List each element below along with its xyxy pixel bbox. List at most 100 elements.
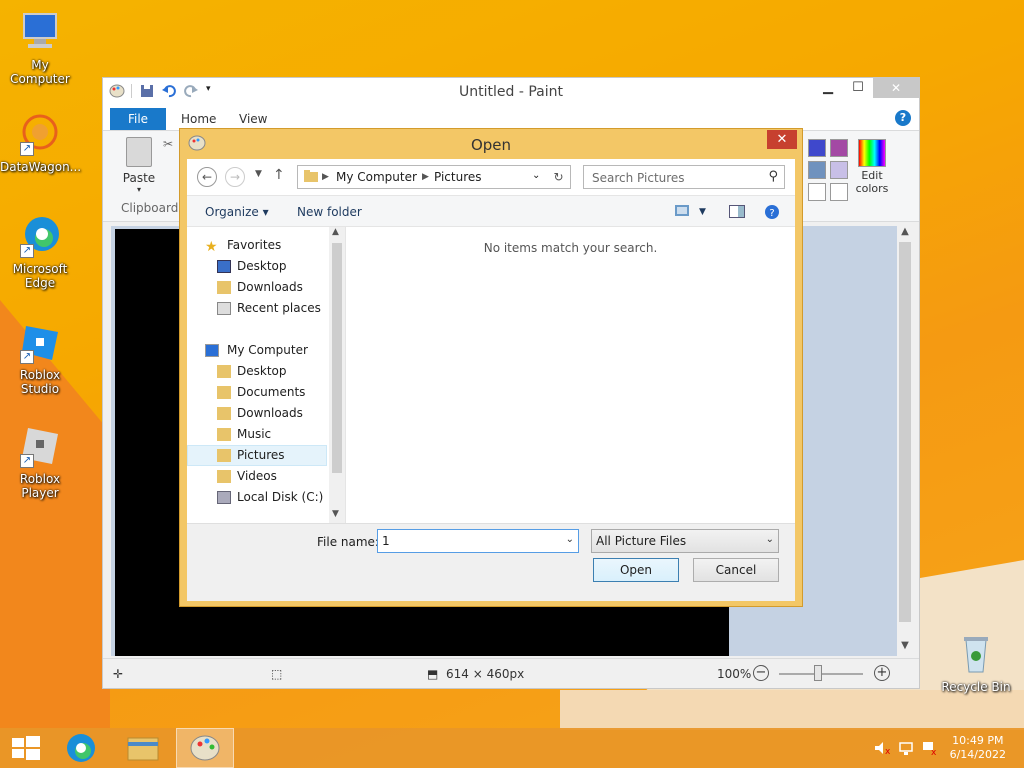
tab-view[interactable]: View bbox=[239, 112, 267, 126]
color-swatch[interactable] bbox=[830, 183, 848, 201]
scroll-up-icon[interactable]: ▲ bbox=[897, 226, 913, 242]
chevron-down-icon[interactable]: ⌄ bbox=[532, 170, 540, 181]
nav-videos[interactable]: Videos bbox=[187, 466, 327, 487]
scroll-thumb[interactable] bbox=[332, 243, 342, 473]
system-clock[interactable]: 10:49 PM 6/14/2022 bbox=[950, 734, 1006, 762]
start-button[interactable] bbox=[0, 728, 58, 768]
forward-icon[interactable]: → bbox=[225, 167, 245, 187]
search-box[interactable]: Search Pictures ⚲ bbox=[583, 165, 785, 189]
nav-music[interactable]: Music bbox=[187, 424, 327, 445]
file-type-select[interactable]: All Picture Files ⌄ bbox=[591, 529, 779, 553]
paste-button[interactable]: Paste ▾ bbox=[117, 137, 161, 194]
edge-icon bbox=[67, 734, 95, 762]
nav-pictures[interactable]: Pictures bbox=[187, 445, 327, 466]
desktop-icon-edge[interactable]: ↗ Microsoft Edge bbox=[0, 214, 80, 290]
color-swatch[interactable] bbox=[830, 139, 848, 157]
search-icon: ⚲ bbox=[768, 169, 778, 184]
edit-colors-button[interactable]: Edit colors bbox=[851, 139, 893, 195]
nav-pane-scrollbar[interactable]: ▲ ▼ bbox=[329, 227, 345, 523]
scroll-thumb[interactable] bbox=[899, 242, 911, 622]
up-icon[interactable]: ↑ bbox=[273, 167, 285, 183]
file-list[interactable]: No items match your search. bbox=[345, 227, 795, 523]
folder-icon bbox=[304, 170, 318, 185]
file-name-input[interactable]: 1 ⌄ bbox=[377, 529, 579, 553]
selection-size-icon: ⬚ bbox=[271, 667, 283, 681]
nav-fav-downloads[interactable]: Downloads bbox=[187, 277, 327, 298]
nav-recent-places[interactable]: Recent places bbox=[187, 298, 327, 319]
color-swatch[interactable] bbox=[808, 161, 826, 179]
taskbar-paint[interactable] bbox=[176, 728, 234, 768]
action-center-icon[interactable]: x bbox=[922, 740, 938, 758]
new-folder-button[interactable]: New folder bbox=[297, 205, 362, 219]
file-explorer-icon bbox=[127, 737, 159, 761]
volume-muted-icon[interactable]: x bbox=[874, 740, 891, 757]
color-swatch[interactable] bbox=[808, 183, 826, 201]
downloads-folder-icon bbox=[217, 281, 231, 294]
zoom-out-button[interactable]: − bbox=[753, 665, 769, 681]
back-icon[interactable]: ← bbox=[197, 167, 217, 187]
address-bar[interactable]: ▶ My Computer ▶ Pictures ⌄ bbox=[297, 165, 557, 189]
nav-documents[interactable]: Documents bbox=[187, 382, 327, 403]
help-button[interactable]: ? bbox=[895, 110, 911, 126]
shortcut-arrow-icon: ↗ bbox=[20, 142, 34, 156]
scroll-down-icon[interactable]: ▼ bbox=[897, 640, 913, 656]
breadcrumb-pictures[interactable]: Pictures bbox=[434, 170, 482, 184]
dialog-close-button[interactable]: ✕ bbox=[767, 130, 797, 149]
desktop-icon-label: Recycle Bin bbox=[941, 680, 1011, 694]
empty-message: No items match your search. bbox=[483, 241, 658, 255]
nav-my-computer[interactable]: My Computer bbox=[187, 340, 327, 361]
wallpaper-shape bbox=[560, 690, 1024, 730]
nav-favorites[interactable]: ★ Favorites bbox=[187, 235, 327, 256]
help-icon[interactable]: ? bbox=[765, 205, 779, 222]
desktop-icon-recycle-bin[interactable]: Recycle Bin bbox=[936, 632, 1016, 694]
chevron-down-icon[interactable]: ▼ bbox=[699, 207, 706, 217]
file-name-value: 1 bbox=[382, 534, 390, 548]
search-input[interactable]: Search Pictures bbox=[592, 171, 685, 185]
network-icon[interactable] bbox=[898, 740, 914, 756]
organize-button[interactable]: Organize ▾ bbox=[205, 205, 269, 219]
nav-label: Videos bbox=[237, 469, 277, 483]
breadcrumb-my-computer[interactable]: My Computer bbox=[336, 170, 417, 184]
nav-label: Documents bbox=[237, 385, 306, 399]
scroll-up-icon[interactable]: ▲ bbox=[332, 227, 339, 237]
desktop-icon-roblox-player[interactable]: ↗ Roblox Player bbox=[0, 424, 80, 500]
cut-icon[interactable]: ✂ bbox=[163, 137, 173, 151]
cancel-button[interactable]: Cancel bbox=[693, 558, 779, 582]
nav-desktop[interactable]: Desktop bbox=[187, 361, 327, 382]
desktop-icon-roblox-studio[interactable]: ↗ Roblox Studio bbox=[0, 320, 80, 396]
maximize-icon[interactable]: ☐ bbox=[843, 78, 873, 98]
color-swatch[interactable] bbox=[830, 161, 848, 179]
recent-locations-icon[interactable]: ▼ bbox=[255, 169, 262, 179]
open-button[interactable]: Open bbox=[593, 558, 679, 582]
scroll-down-icon[interactable]: ▼ bbox=[332, 509, 339, 519]
canvas-scrollbar[interactable]: ▲ ▼ bbox=[897, 226, 913, 656]
chevron-down-icon[interactable]: ⌄ bbox=[566, 534, 574, 545]
view-options-icon[interactable] bbox=[675, 205, 689, 219]
datawagon-icon: ↗ bbox=[18, 112, 62, 156]
taskbar-edge[interactable] bbox=[52, 728, 110, 768]
desktop-icon-my-computer[interactable]: My Computer bbox=[0, 10, 80, 86]
drive-icon bbox=[217, 491, 231, 504]
folder-icon bbox=[217, 386, 231, 399]
color-swatch[interactable] bbox=[808, 139, 826, 157]
zoom-slider-handle[interactable] bbox=[814, 665, 822, 681]
refresh-icon[interactable]: ↻ bbox=[547, 165, 571, 189]
desktop-icon-label: DataWagon... bbox=[0, 160, 82, 174]
desktop-icon-datawagon[interactable]: ↗ DataWagon... bbox=[0, 112, 82, 174]
nav-fav-desktop[interactable]: Desktop bbox=[187, 256, 327, 277]
navigation-pane: ★ Favorites Desktop Downloads Recent pla… bbox=[187, 227, 345, 523]
tab-file[interactable]: File bbox=[110, 108, 166, 130]
nav-local-disk[interactable]: Local Disk (C:) bbox=[187, 487, 327, 508]
taskbar-file-explorer[interactable] bbox=[114, 728, 172, 768]
shortcut-arrow-icon: ↗ bbox=[20, 244, 34, 258]
zoom-in-button[interactable]: + bbox=[874, 665, 890, 681]
canvas-size: 614 × 460px bbox=[446, 667, 525, 681]
nav-downloads[interactable]: Downloads bbox=[187, 403, 327, 424]
tab-home[interactable]: Home bbox=[181, 112, 216, 126]
minimize-icon[interactable]: ▁ bbox=[813, 78, 843, 98]
paint-close-button[interactable]: ✕ bbox=[873, 78, 919, 98]
file-type-value: All Picture Files bbox=[596, 534, 687, 548]
shortcut-arrow-icon: ↗ bbox=[20, 350, 34, 364]
preview-pane-icon[interactable] bbox=[729, 205, 745, 221]
canvas-size-icon: ⬒ bbox=[427, 667, 439, 681]
